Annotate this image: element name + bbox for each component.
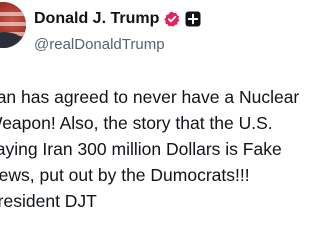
author-handle[interactable]: @realDonaldTrump	[34, 36, 201, 53]
post-text-line: paying Iran 300 million Dollars is Fake	[0, 139, 282, 159]
plus-square-icon	[185, 11, 201, 27]
post-signature: President DJT	[0, 191, 97, 211]
post-body: Iran has agreed to never have a Nuclear …	[0, 84, 320, 214]
author-display-name[interactable]: Donald J. Trump	[34, 10, 159, 28]
post-header: Donald J. Trump @realDonaldTrump	[34, 9, 201, 53]
post-card: Donald J. Trump @realDonaldTrump Iran ha…	[0, 0, 320, 240]
post-text-line: News, put out by the Dumocrats!!!	[0, 165, 250, 185]
post-text-line: Iran has agreed to never have a Nuclear	[0, 87, 300, 107]
author-name-row: Donald J. Trump	[34, 9, 201, 29]
verified-badge-icon	[164, 11, 180, 27]
post-text-line: Weapon! Also, the story that the U.S.	[0, 113, 273, 133]
avatar[interactable]	[0, 2, 26, 48]
